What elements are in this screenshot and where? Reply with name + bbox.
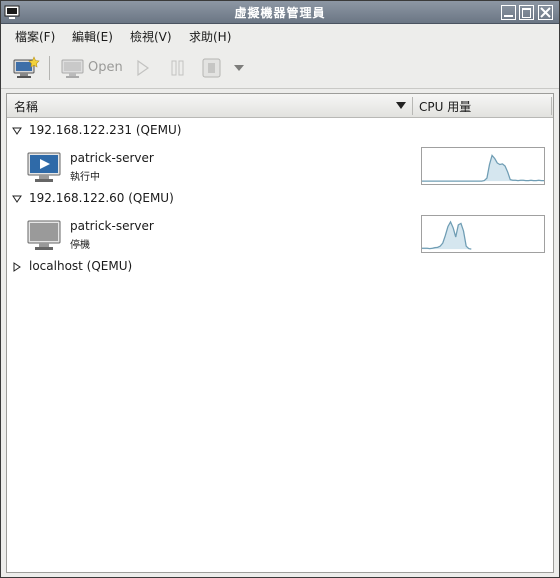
toolbar: Open	[1, 48, 559, 89]
menu-edit[interactable]: 編輯(E)	[72, 28, 113, 45]
vm-name: patrick-server	[70, 151, 154, 165]
main-window: 虛擬機器管理員 檔案(F) 編輯(E) 檢視(V) 求助(H) Open 名稱 …	[0, 0, 560, 578]
vm-status: 停機	[70, 240, 90, 251]
maximize-button[interactable]	[519, 5, 534, 20]
column-header-cpu[interactable]: CPU 用量	[419, 98, 471, 115]
vm-row[interactable]: patrick-server 停機	[7, 211, 553, 259]
shutdown-menu-button[interactable]	[233, 56, 245, 80]
vm-status: 執行中	[70, 172, 100, 183]
title-bar[interactable]: 虛擬機器管理員	[1, 1, 559, 24]
vm-list[interactable]: 名稱 CPU 用量 192.168.122.231 (QEMU) patrick…	[6, 93, 554, 573]
menu-view[interactable]: 檢視(V)	[130, 28, 172, 45]
open-button[interactable]: Open	[61, 56, 125, 80]
close-icon	[540, 7, 551, 18]
new-vm-icon	[13, 56, 40, 78]
menu-help[interactable]: 求助(H)	[189, 28, 231, 45]
menu-file[interactable]: 檔案(F)	[15, 28, 55, 45]
column-header-name[interactable]: 名稱	[14, 98, 38, 115]
expander-open-icon[interactable]	[12, 126, 22, 136]
vm-row[interactable]: patrick-server 執行中	[7, 143, 553, 191]
window-title: 虛擬機器管理員	[234, 6, 326, 20]
dropdown-arrow-icon	[234, 65, 244, 71]
cpu-usage-graph	[421, 147, 545, 185]
pause-button[interactable]	[169, 56, 187, 80]
monitor-icon	[61, 59, 84, 78]
shutdown-button[interactable]	[201, 56, 223, 80]
expander-open-icon[interactable]	[12, 194, 22, 204]
column-divider[interactable]	[412, 97, 413, 115]
open-button-label: Open	[88, 60, 123, 75]
vm-stopped-icon	[27, 220, 61, 250]
list-header: 名稱 CPU 用量	[7, 94, 553, 118]
shutdown-icon	[202, 58, 221, 78]
toolbar-separator	[49, 56, 50, 80]
run-button[interactable]	[134, 56, 152, 80]
connection-row[interactable]: 192.168.122.60 (QEMU)	[7, 189, 553, 209]
connection-row[interactable]: 192.168.122.231 (QEMU)	[7, 121, 553, 141]
vm-running-icon	[27, 152, 61, 182]
connection-label: localhost (QEMU)	[29, 259, 133, 273]
sort-arrow-icon[interactable]	[395, 101, 407, 111]
connection-row[interactable]: localhost (QEMU)	[7, 257, 553, 277]
minimize-button[interactable]	[501, 5, 516, 20]
vm-name: patrick-server	[70, 219, 154, 233]
column-divider[interactable]	[551, 97, 552, 115]
close-button[interactable]	[538, 5, 553, 20]
cpu-graph-line	[422, 154, 544, 182]
cpu-graph-area	[422, 155, 544, 182]
expander-closed-icon[interactable]	[12, 262, 22, 272]
menu-bar: 檔案(F) 編輯(E) 檢視(V) 求助(H)	[1, 24, 559, 48]
play-icon	[137, 59, 150, 77]
cpu-usage-graph	[421, 215, 545, 253]
new-vm-button[interactable]	[12, 56, 40, 80]
pause-icon	[171, 60, 184, 76]
connection-label: 192.168.122.231 (QEMU)	[29, 123, 182, 137]
connection-label: 192.168.122.60 (QEMU)	[29, 191, 174, 205]
